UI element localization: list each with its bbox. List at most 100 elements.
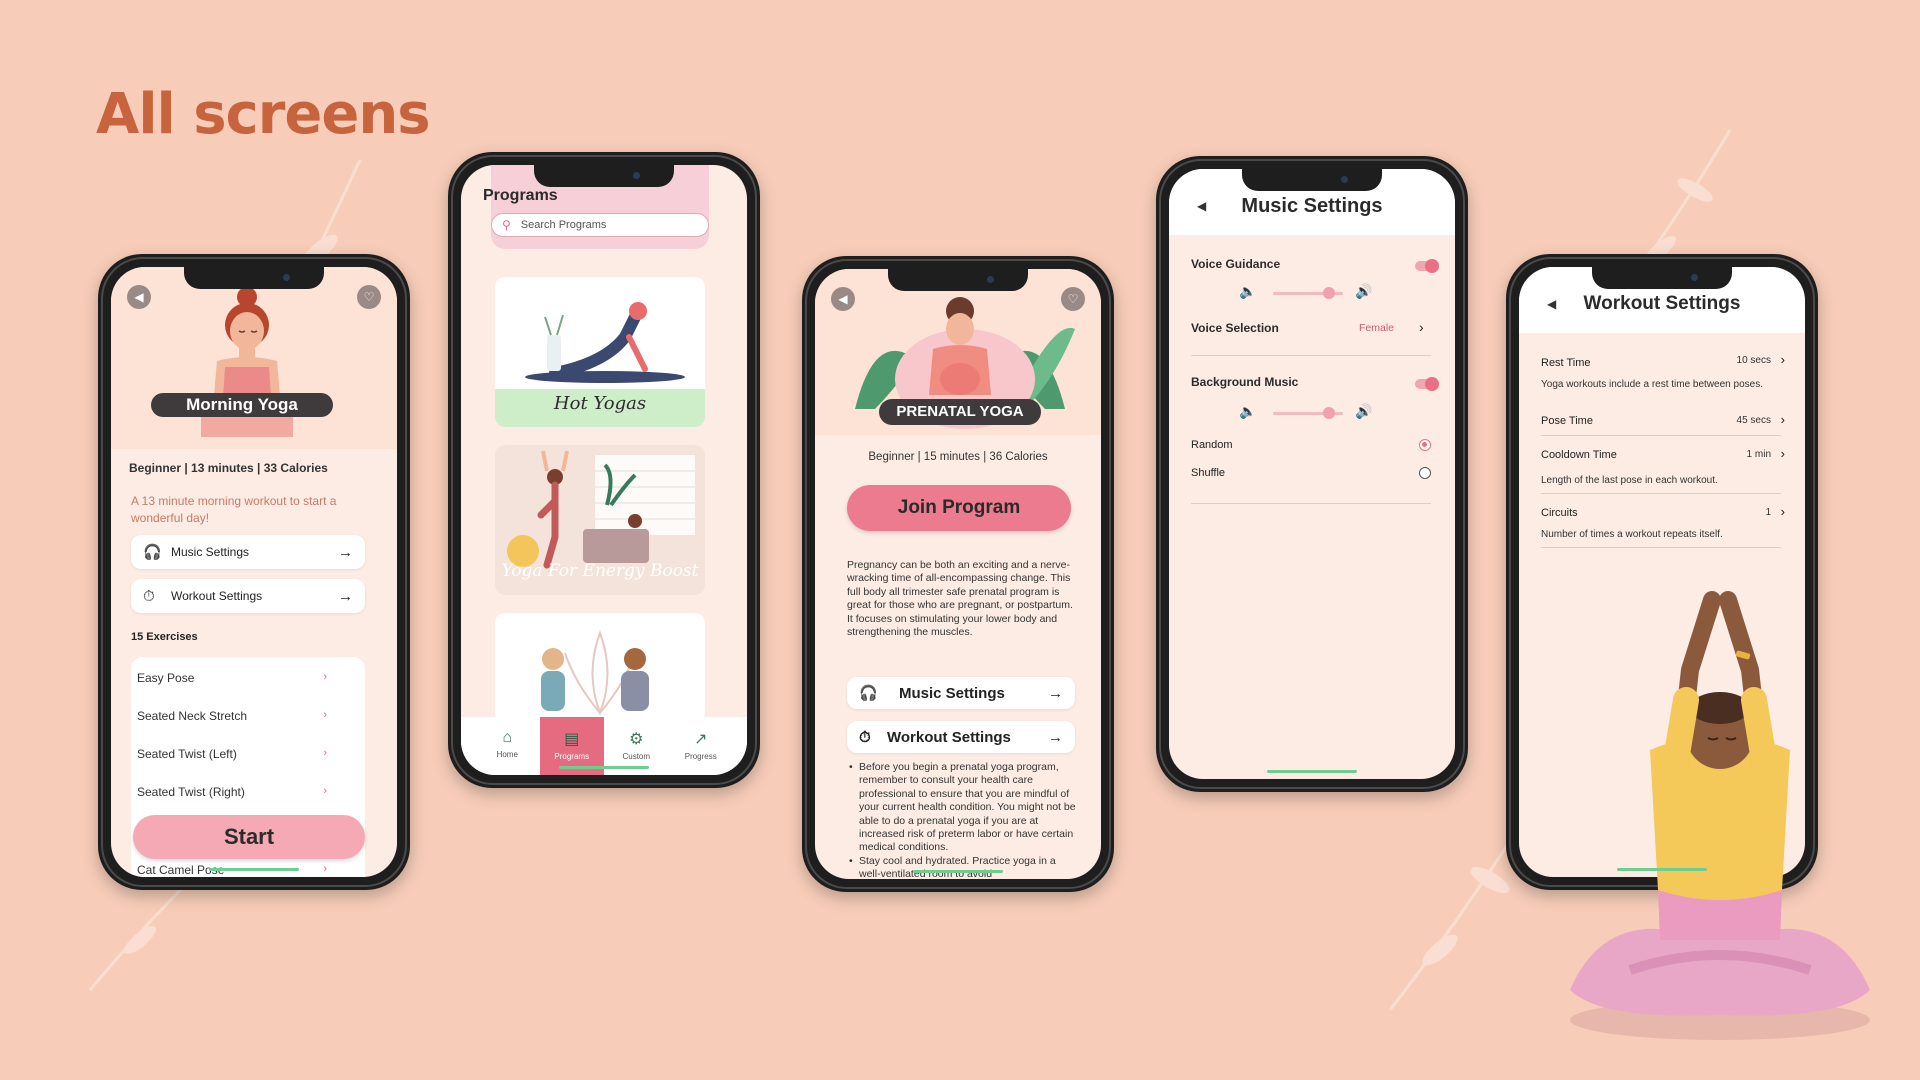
chevron-right-icon: › <box>323 709 327 721</box>
heart-icon[interactable]: ♡ <box>357 285 381 309</box>
home-indicator <box>559 766 649 769</box>
chevron-right-icon[interactable]: › <box>1781 446 1785 461</box>
phone-notch <box>888 269 1028 291</box>
slider-knob[interactable] <box>1323 407 1335 419</box>
divider <box>1191 355 1431 356</box>
rest-time-description: Yoga workouts include a rest time betwee… <box>1541 379 1763 390</box>
circuits-value[interactable]: 1 <box>1765 507 1771 518</box>
back-icon[interactable]: ◀ <box>831 287 855 311</box>
rest-time-value[interactable]: 10 secs <box>1737 355 1771 366</box>
tab-label: Programs <box>554 752 590 761</box>
tab-label: Custom <box>622 752 651 761</box>
list-item[interactable]: Seated Neck Stretch › <box>137 709 327 723</box>
phone-notch <box>184 267 324 289</box>
start-button[interactable]: Start <box>133 815 365 859</box>
document-icon: ▤ <box>564 731 580 748</box>
background-music-label: Background Music <box>1191 375 1299 389</box>
page-title: Programs <box>483 187 558 204</box>
tab-label: Progress <box>684 752 717 761</box>
random-radio[interactable] <box>1419 439 1431 451</box>
chevron-right-icon[interactable]: › <box>1781 352 1785 367</box>
join-program-button[interactable]: Join Program <box>847 485 1071 531</box>
chevron-right-icon[interactable]: › <box>1781 412 1785 427</box>
chevron-right-icon: › <box>323 785 327 797</box>
arrow-right-icon: → <box>1048 728 1063 746</box>
back-icon[interactable]: ◀ <box>127 285 151 309</box>
workout-settings-button[interactable]: ⏱ Workout Settings → <box>131 579 365 613</box>
tab-home[interactable]: ⌂ Home <box>475 717 540 775</box>
workout-settings-button[interactable]: ⏱ Workout Settings → <box>847 721 1075 753</box>
divider <box>1541 435 1781 436</box>
workout-meta: Beginner | 13 minutes | 33 Calories <box>129 461 328 475</box>
shuffle-radio[interactable] <box>1419 467 1431 479</box>
meditating-figure-illustration <box>1570 591 1870 1040</box>
volume-low-icon: 🔈 <box>1239 403 1257 419</box>
voice-selection-value[interactable]: Female <box>1359 322 1394 334</box>
divider <box>1541 547 1781 548</box>
divider <box>1191 503 1431 504</box>
phone-music-settings: ◀ Music Settings Voice Guidance 🔈 🔊 Voic… <box>1156 156 1468 792</box>
phone-notch <box>534 165 674 187</box>
chevron-right-icon[interactable]: › <box>1419 319 1424 335</box>
music-settings-button[interactable]: 🎧 Music Settings → <box>131 535 365 569</box>
program-card-couple[interactable] <box>495 613 705 723</box>
volume-low-icon: 🔈 <box>1239 283 1257 299</box>
workout-settings-label: Workout Settings <box>887 728 1011 746</box>
screen-programs: Programs ⚲ Search Programs Hot Yogas Yog… <box>461 165 747 775</box>
workout-settings-label: Workout Settings <box>171 589 263 603</box>
music-settings-button[interactable]: 🎧 Music Settings → <box>847 677 1075 709</box>
screen-prenatal-yoga: PRENATAL YOGA ◀ ♡ Beginner | 15 minutes … <box>815 269 1101 879</box>
phone-notch <box>1592 267 1732 289</box>
cobra-pose-illustration <box>525 302 685 383</box>
voice-volume-slider[interactable]: 🔈 🔊 <box>1239 283 1389 303</box>
workout-description: A 13 minute morning workout to start a w… <box>131 494 337 525</box>
screen-morning-yoga: Morning Yoga ◀ ♡ Beginner | 13 minutes |… <box>111 267 397 877</box>
search-input[interactable]: ⚲ Search Programs <box>491 213 709 237</box>
cooldown-time-label: Cooldown Time <box>1541 449 1617 461</box>
page-title: Workout Settings <box>1583 293 1741 314</box>
list-item[interactable]: Seated Twist (Left) › <box>137 747 327 761</box>
shuffle-label: Shuffle <box>1191 467 1226 479</box>
phone-programs: Programs ⚲ Search Programs Hot Yogas Yog… <box>448 152 760 788</box>
music-settings-label: Music Settings <box>899 684 1005 702</box>
exercise-name: Seated Neck Stretch <box>137 709 248 723</box>
background-music-toggle[interactable] <box>1415 377 1439 391</box>
home-icon: ⌂ <box>502 729 513 746</box>
slider-knob[interactable] <box>1323 287 1335 299</box>
page-title: All screens <box>96 82 431 147</box>
rest-time-label: Rest Time <box>1541 357 1591 369</box>
volume-high-icon: 🔊 <box>1355 403 1373 419</box>
headphones-icon: 🎧 <box>143 544 162 561</box>
list-item[interactable]: Seated Twist (Right) › <box>137 785 327 799</box>
music-settings-label: Music Settings <box>171 545 250 559</box>
program-card-hot-yogas[interactable]: Hot Yogas <box>495 277 705 427</box>
pose-time-value[interactable]: 45 secs <box>1737 415 1771 426</box>
exercise-name: Easy Pose <box>137 671 195 685</box>
hero-title: Morning Yoga <box>151 393 333 417</box>
random-label: Random <box>1191 439 1233 451</box>
tab-label: Home <box>496 750 518 759</box>
tip-item: Before you begin a prenatal yoga program… <box>849 761 1077 855</box>
page-title: Music Settings <box>1241 195 1383 217</box>
voice-guidance-toggle[interactable] <box>1415 259 1439 273</box>
home-indicator <box>1267 770 1357 773</box>
search-placeholder: Search Programs <box>520 219 607 231</box>
circuits-label: Circuits <box>1541 507 1578 519</box>
music-volume-slider[interactable]: 🔈 🔊 <box>1239 403 1389 423</box>
list-item[interactable]: Easy Pose › <box>137 671 327 685</box>
tip-item: Stay cool and hydrated. Practice yoga in… <box>849 855 1077 879</box>
chevron-right-icon[interactable]: › <box>1781 504 1785 519</box>
home-indicator <box>1617 868 1707 871</box>
program-description: Pregnancy can be both an exciting and a … <box>847 559 1073 639</box>
program-card-energy-boost[interactable]: Yoga For Energy Boost <box>495 445 705 595</box>
tab-progress[interactable]: ↗ Progress <box>669 717 734 775</box>
pose-time-label: Pose Time <box>1541 415 1593 427</box>
exercise-name: Seated Twist (Left) <box>137 747 237 761</box>
cooldown-time-value[interactable]: 1 min <box>1747 449 1771 460</box>
progress-icon: ↗ <box>694 731 708 748</box>
phone-notch <box>1242 169 1382 191</box>
volume-high-icon: 🔊 <box>1355 283 1373 299</box>
heart-icon[interactable]: ♡ <box>1061 287 1085 311</box>
search-icon: ⚲ <box>502 218 511 232</box>
timer-icon: ⏱ <box>859 728 871 746</box>
